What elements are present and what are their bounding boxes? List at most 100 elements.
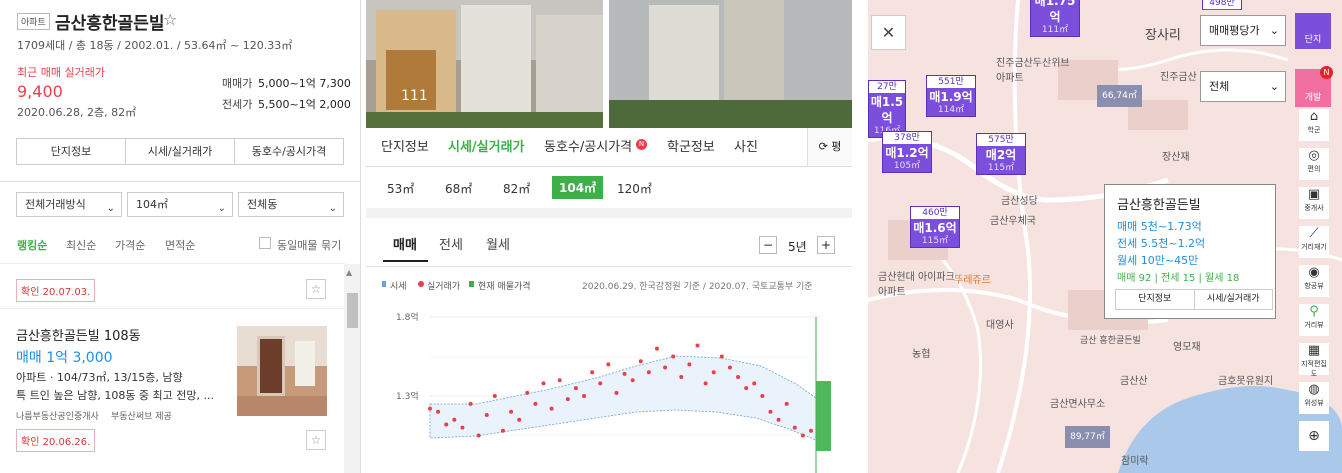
actual-price-dot[interactable] [744, 386, 749, 391]
size-82[interactable]: 82㎡ [503, 180, 530, 197]
unit-toggle-button[interactable]: ⟳ 평 [807, 128, 852, 166]
favorite-star-icon[interactable]: ☆ [306, 430, 326, 450]
info-button[interactable]: 단지정보 [17, 139, 126, 164]
price-button[interactable]: 시세/실거래가 [126, 139, 235, 164]
tool-distance[interactable]: ⟋ 거리재기 [1299, 226, 1329, 258]
favorite-star-icon[interactable]: ☆ [163, 10, 177, 29]
tab-price[interactable]: 시세/실거래가 [448, 136, 525, 155]
tab-school[interactable]: 학군정보 [667, 136, 715, 155]
actual-price-dot[interactable] [468, 401, 473, 406]
actual-price-dot[interactable] [687, 362, 692, 367]
dong-select[interactable]: 전체동 ⌄ [238, 192, 344, 217]
actual-price-dot[interactable] [703, 381, 708, 386]
complex-photo-1[interactable]: 111 [366, 0, 603, 128]
actual-price-dot[interactable] [630, 378, 635, 383]
actual-price-dot[interactable] [582, 394, 587, 398]
actual-price-dot[interactable] [671, 354, 676, 359]
actual-price-dot[interactable] [768, 409, 773, 414]
actual-price-dot[interactable] [638, 359, 643, 364]
popup-info-button[interactable]: 단지정보 [1116, 290, 1195, 309]
actual-price-dot[interactable] [476, 433, 481, 438]
price-pin[interactable]: 498만 [1202, 0, 1242, 10]
actual-price-dot[interactable] [590, 370, 595, 375]
actual-price-dot[interactable] [573, 386, 578, 391]
actual-price-dot[interactable] [444, 422, 449, 427]
actual-price-dot[interactable] [525, 390, 530, 395]
tool-cadastral[interactable]: ▦ 지적편집도 [1299, 343, 1329, 378]
locate-button[interactable]: ⊕ [1299, 421, 1329, 451]
complex-popup[interactable]: 금산흥한골든빌 매매 5천~1.73억 전세 5.5천~1.2억 월세 10만~… [1104, 184, 1276, 319]
size-120[interactable]: 120㎡ [617, 180, 652, 197]
actual-price-dot[interactable] [436, 409, 441, 414]
actual-price-dot[interactable] [549, 406, 554, 411]
period-plus-button[interactable]: + [817, 236, 835, 254]
actual-price-dot[interactable] [557, 378, 562, 383]
tool-satellite[interactable]: ◍ 위성뷰 [1299, 382, 1329, 414]
price-pin[interactable]: 378만 매1.2억 105㎡ [882, 131, 932, 173]
size-53[interactable]: 53㎡ [387, 180, 414, 197]
actual-price-dot[interactable] [509, 409, 514, 414]
actual-price-dot[interactable] [517, 417, 522, 422]
gray-pin[interactable]: 89,77㎡ [1065, 426, 1110, 448]
deal-type-select[interactable]: 전체거래방식 ⌄ [16, 192, 122, 217]
actual-price-dot[interactable] [565, 397, 570, 402]
chart-tab-jeonse[interactable]: 전세 [439, 234, 463, 253]
area-select[interactable]: 104㎡ ⌄ [127, 192, 233, 217]
actual-price-dot[interactable] [760, 394, 765, 398]
popup-price-button[interactable]: 시세/실거래가 [1195, 290, 1273, 309]
tool-school[interactable]: ⌂ 학군 [1299, 109, 1329, 141]
actual-price-dot[interactable] [663, 365, 668, 370]
period-minus-button[interactable]: − [759, 236, 777, 254]
actual-price-dot[interactable] [736, 375, 741, 380]
actual-price-dot[interactable] [533, 401, 538, 406]
tab-photo[interactable]: 사진 [734, 136, 758, 155]
actual-price-dot[interactable] [541, 381, 546, 386]
tool-aerial[interactable]: ◉ 항공뷰 [1299, 265, 1329, 297]
actual-price-dot[interactable] [752, 381, 757, 386]
price-pin[interactable]: 27만매1.5억116㎡ [868, 80, 906, 138]
actual-price-dot[interactable] [792, 425, 797, 430]
actual-price-dot[interactable] [800, 433, 805, 438]
item-photo[interactable] [237, 326, 327, 416]
actual-price-dot[interactable] [695, 343, 700, 348]
actual-price-dot[interactable] [654, 346, 659, 351]
actual-price-dot[interactable] [614, 390, 619, 395]
actual-price-dot[interactable] [500, 428, 505, 433]
price-pin[interactable]: 460만 매1.6억 115㎡ [910, 206, 960, 248]
sort-latest[interactable]: 최신순 [66, 237, 96, 253]
chart-tab-sale[interactable]: 매매 [393, 234, 417, 253]
item-title[interactable]: 금산흥한골든빌 108동 [16, 325, 141, 344]
sort-area[interactable]: 면적순 [165, 237, 195, 253]
actual-price-dot[interactable] [622, 371, 627, 376]
type-select[interactable]: 전체 ⌄ [1200, 71, 1286, 102]
favorite-star-icon[interactable]: ☆ [306, 279, 326, 299]
tool-convenience[interactable]: ◎ 편의 [1299, 148, 1329, 180]
tool-agent[interactable]: ▣ 중개사 [1299, 187, 1329, 219]
size-68[interactable]: 68㎡ [445, 180, 472, 197]
actual-price-dot[interactable] [719, 354, 724, 359]
actual-price-dot[interactable] [711, 370, 716, 375]
map-panel[interactable]: 장사리 진주금산두산위브 아파트 진주금산 장산재 금산성당 금산우체국 뚜레쥬… [868, 0, 1342, 473]
actual-price-dot[interactable] [646, 370, 651, 375]
price-unit-select[interactable]: 매매평당가 ⌄ [1200, 15, 1286, 46]
actual-price-dot[interactable] [809, 428, 813, 433]
close-button[interactable]: ✕ [871, 15, 906, 50]
actual-price-dot[interactable] [598, 381, 603, 386]
sort-price[interactable]: 가격순 [115, 237, 145, 253]
actual-price-dot[interactable] [460, 425, 465, 430]
scrollbar-track[interactable]: ▲ [344, 264, 360, 473]
price-pin[interactable]: 575만 매2억 115㎡ [976, 133, 1026, 175]
actual-price-dot[interactable] [428, 406, 432, 411]
sort-ranking[interactable]: 랭킹순 [17, 237, 47, 253]
price-pin[interactable]: 551만 매1.9억 114㎡ [926, 75, 976, 117]
actual-price-dot[interactable] [679, 375, 684, 380]
size-104[interactable]: 104㎡ [552, 176, 604, 199]
actual-price-dot[interactable] [492, 394, 497, 398]
complex-photo-2[interactable] [609, 0, 852, 128]
danji-button[interactable]: 단지 [1295, 13, 1331, 49]
price-pin[interactable]: 매1.75억 111㎡ [1030, 0, 1080, 37]
scroll-up-icon[interactable]: ▲ [346, 268, 352, 277]
tab-complex-info[interactable]: 단지정보 [381, 136, 429, 155]
actual-price-dot[interactable] [452, 417, 457, 422]
actual-price-dot[interactable] [727, 365, 732, 370]
